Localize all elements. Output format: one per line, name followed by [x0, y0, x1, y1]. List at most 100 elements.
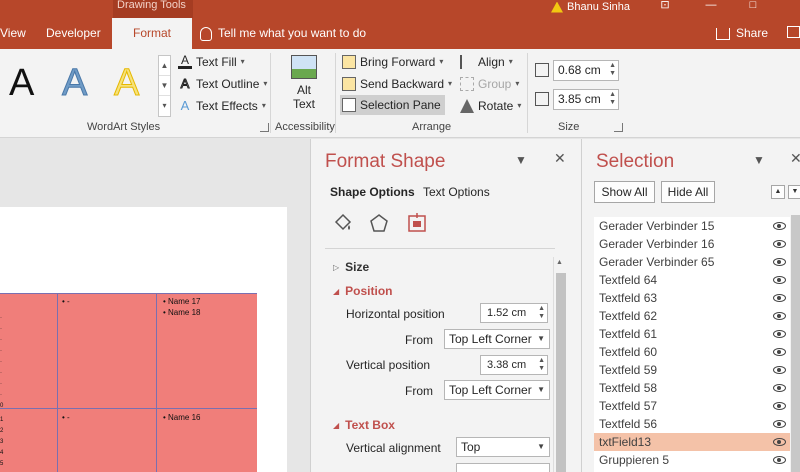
- size-section-header[interactable]: ▷ Size: [333, 260, 369, 274]
- table-cell[interactable]: • Name 16: [163, 412, 201, 423]
- tab-shape-options[interactable]: Shape Options: [330, 185, 415, 199]
- slide-table[interactable]: • - • Name 17 • Name 18 • - • Name 16 · ·…: [0, 293, 257, 472]
- rotate-button[interactable]: Rotate ▾: [460, 96, 521, 116]
- shape-width-input[interactable]: 3.85 cm ▲ ▼: [553, 88, 619, 110]
- wordart-launcher-icon[interactable]: [260, 123, 269, 132]
- tab-format[interactable]: Format: [112, 18, 192, 49]
- close-icon[interactable]: ✕: [554, 150, 566, 167]
- send-backward-button[interactable]: Send Backward ▾: [342, 74, 452, 94]
- bring-forward-icon[interactable]: ▲: [771, 185, 785, 199]
- slide-canvas[interactable]: • - • Name 17 • Name 18 • - • Name 16 · ·…: [0, 207, 287, 472]
- eye-icon[interactable]: [773, 330, 786, 338]
- wordart-style-gold[interactable]: A: [113, 62, 139, 105]
- eye-icon[interactable]: [773, 276, 786, 284]
- list-item[interactable]: Textfeld 63: [594, 289, 800, 307]
- list-item[interactable]: Textfeld 56: [594, 415, 800, 433]
- scroll-up-icon[interactable]: ▲: [556, 259, 563, 266]
- gallery-more-icon[interactable]: ▾: [159, 96, 170, 116]
- group-button[interactable]: Group ▾: [460, 74, 519, 94]
- table-cell[interactable]: • -: [62, 412, 70, 423]
- layout-properties-icon[interactable]: [407, 213, 427, 233]
- selection-pane-button[interactable]: Selection Pane: [340, 95, 445, 115]
- eye-icon[interactable]: [773, 240, 786, 248]
- spin-arrows-icon[interactable]: ▲ ▼: [609, 91, 616, 107]
- position-section-header[interactable]: ◢ Position: [333, 284, 393, 298]
- horizontal-from-select[interactable]: Top Left Corner ▼: [444, 329, 550, 349]
- fill-line-icon[interactable]: [333, 213, 353, 233]
- list-item[interactable]: txtField13: [594, 433, 800, 451]
- gallery-down-icon[interactable]: ▼: [159, 76, 170, 96]
- vertical-position-input[interactable]: 3.38 cm ▲ ▼: [480, 355, 548, 375]
- effects-icon[interactable]: [369, 213, 389, 233]
- eye-icon[interactable]: [773, 438, 786, 446]
- list-item[interactable]: Gerader Verbinder 16: [594, 235, 800, 253]
- table-cell[interactable]: • -: [62, 296, 70, 307]
- gallery-scroll[interactable]: ▲ ▼ ▾: [158, 55, 171, 117]
- spin-arrows-icon[interactable]: ▲ ▼: [538, 357, 545, 373]
- text-outline-button[interactable]: A Text Outline ▾: [178, 74, 267, 94]
- scroll-thumb[interactable]: [556, 273, 566, 472]
- gallery-up-icon[interactable]: ▲: [159, 56, 170, 76]
- tab-view[interactable]: View: [0, 18, 32, 49]
- eye-icon[interactable]: [773, 312, 786, 320]
- wordart-style-blue[interactable]: A: [61, 62, 87, 105]
- shape-height-input[interactable]: 0.68 cm ▲ ▼: [553, 59, 619, 81]
- list-item[interactable]: Textfeld 64: [594, 271, 800, 289]
- spin-arrows-icon[interactable]: ▲ ▼: [609, 62, 616, 78]
- eye-icon[interactable]: [773, 402, 786, 410]
- list-item[interactable]: Textfeld 59: [594, 361, 800, 379]
- pane-scrollbar[interactable]: ▲: [553, 257, 567, 472]
- bring-forward-button[interactable]: Bring Forward ▾: [342, 52, 443, 72]
- minimize-icon[interactable]: —: [703, 0, 719, 14]
- eye-icon[interactable]: [773, 420, 786, 428]
- tab-developer[interactable]: Developer: [40, 18, 107, 49]
- share-button[interactable]: Share: [716, 18, 768, 49]
- wordart-style-black[interactable]: A: [9, 62, 34, 105]
- cropped-select[interactable]: [456, 463, 550, 472]
- scroll-thumb[interactable]: [791, 215, 800, 472]
- close-icon[interactable]: ✕: [790, 150, 800, 167]
- list-item-label: Gerader Verbinder 15: [599, 219, 715, 233]
- list-item[interactable]: Textfeld 61: [594, 325, 800, 343]
- selection-scrollbar[interactable]: [790, 215, 800, 472]
- align-button[interactable]: Align ▾: [460, 52, 513, 72]
- list-item[interactable]: Gerader Verbinder 65: [594, 253, 800, 271]
- list-item[interactable]: Gerader Verbinder 15: [594, 217, 800, 235]
- tell-me-search[interactable]: Tell me what you want to do: [200, 18, 366, 49]
- list-item[interactable]: Textfeld 60: [594, 343, 800, 361]
- maximize-icon[interactable]: □: [745, 0, 761, 14]
- text-effects-button[interactable]: A Text Effects ▾: [178, 96, 266, 116]
- show-all-button[interactable]: Show All: [594, 181, 655, 203]
- tab-text-options[interactable]: Text Options: [423, 185, 490, 199]
- eye-icon[interactable]: [773, 258, 786, 266]
- wordart-gallery[interactable]: A A A ▲ ▼ ▾: [0, 52, 172, 117]
- eye-icon[interactable]: [773, 294, 786, 302]
- textbox-section-header[interactable]: ◢ Text Box: [333, 418, 395, 432]
- eye-icon[interactable]: [773, 222, 786, 230]
- vertical-alignment-select[interactable]: Top ▼: [456, 437, 550, 457]
- comments-icon[interactable]: [787, 26, 800, 38]
- spin-arrows-icon[interactable]: ▲ ▼: [538, 305, 545, 321]
- alt-text-button[interactable]: Alt Text: [282, 55, 326, 115]
- eye-icon[interactable]: [773, 348, 786, 356]
- eye-icon[interactable]: [773, 384, 786, 392]
- list-item[interactable]: Textfeld 62: [594, 307, 800, 325]
- eye-icon[interactable]: [773, 366, 786, 374]
- vertical-from-select[interactable]: Top Left Corner ▼: [444, 380, 550, 400]
- table-cell[interactable]: • Name 17 • Name 18: [163, 296, 201, 318]
- vertical-position-label: Vertical position: [346, 358, 431, 372]
- format-category-icons: [333, 213, 473, 235]
- list-item[interactable]: Gruppieren 5: [594, 451, 800, 469]
- user-account[interactable]: Bhanu Sinha: [551, 0, 630, 14]
- pane-options-icon[interactable]: ▼: [515, 153, 527, 167]
- restore-ribbon-icon[interactable]: ⊡: [657, 0, 673, 14]
- horizontal-position-input[interactable]: 1.52 cm ▲ ▼: [480, 303, 548, 323]
- text-fill-button[interactable]: A Text Fill ▾: [178, 52, 245, 72]
- size-launcher-icon[interactable]: [614, 123, 623, 132]
- list-item[interactable]: Textfeld 58: [594, 379, 800, 397]
- list-item[interactable]: Textfeld 57: [594, 397, 800, 415]
- send-backward-icon[interactable]: ▼: [788, 185, 800, 199]
- eye-icon[interactable]: [773, 456, 786, 464]
- hide-all-button[interactable]: Hide All: [661, 181, 715, 203]
- pane-options-icon[interactable]: ▼: [753, 153, 765, 167]
